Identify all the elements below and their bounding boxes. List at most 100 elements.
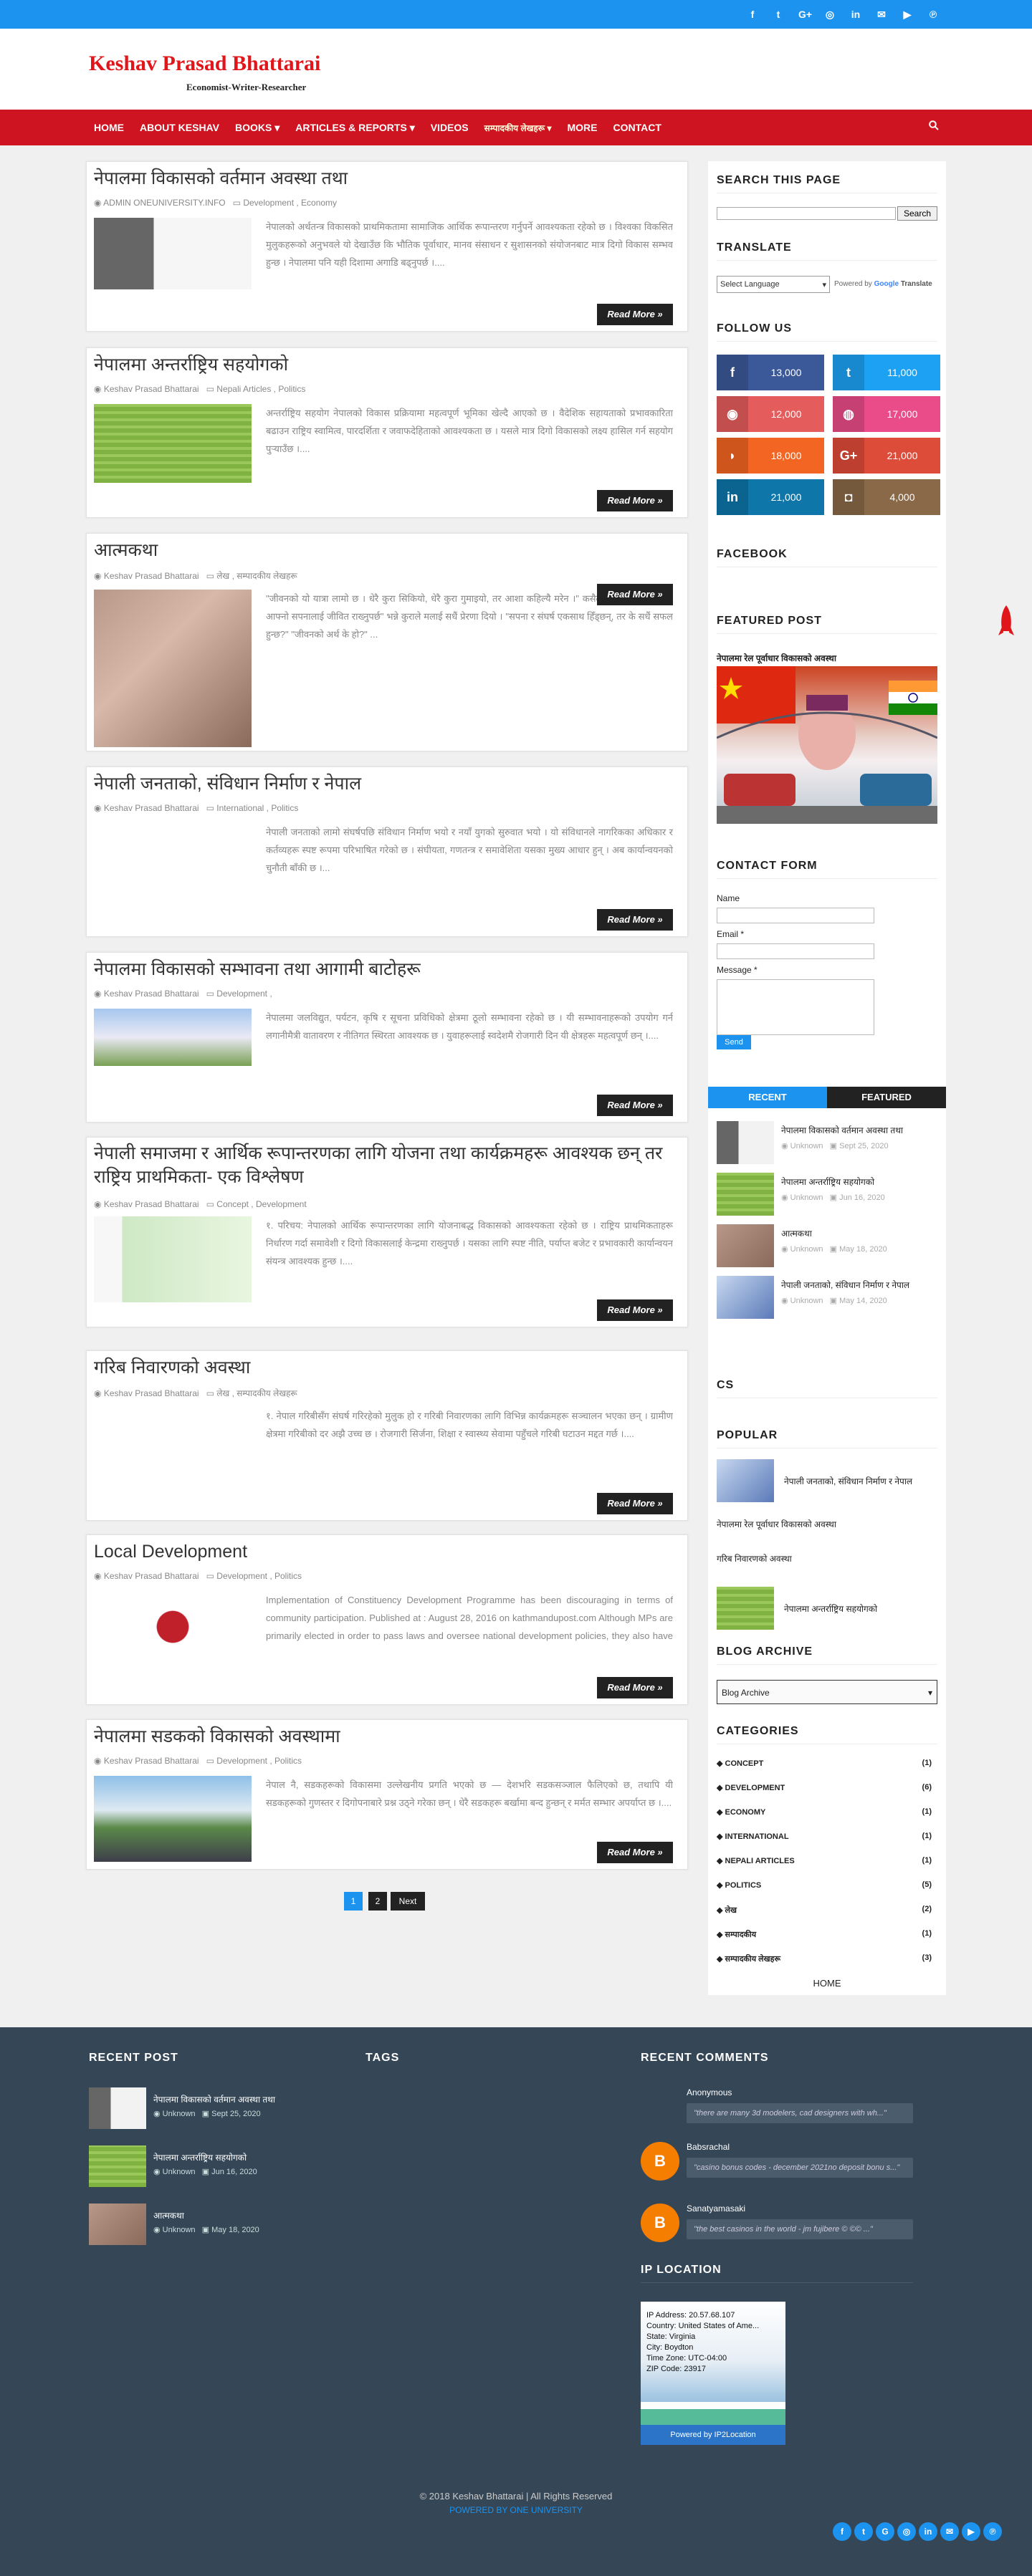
contact-message-field[interactable]	[717, 979, 874, 1035]
nav-articles[interactable]: ARTICLES & REPORTS ▾	[287, 122, 422, 134]
read-more-button[interactable]: Read More »	[597, 490, 673, 511]
recent-post-item[interactable]: नेपाली जनताको, संविधान निर्माण र नेपाल ◉ …	[708, 1276, 930, 1326]
recent-post-title[interactable]: आत्मकथा	[781, 1227, 812, 1239]
read-more-button[interactable]: Read More »	[597, 1842, 673, 1863]
post-thumbnail[interactable]	[94, 1009, 252, 1066]
post-labels[interactable]: Development , Economy	[243, 198, 337, 208]
post-author[interactable]: Keshav Prasad Bhattarai	[104, 571, 199, 581]
popular-post-title[interactable]: गरिब निवारणको अवस्था	[717, 1552, 937, 1565]
post-labels[interactable]: Development , Politics	[216, 1756, 302, 1766]
follow-button[interactable]: G+ 21,000	[833, 438, 940, 474]
follow-button[interactable]: ◍ 17,000	[833, 396, 940, 432]
nav-contact[interactable]: CONTACT	[606, 122, 669, 133]
post-author[interactable]: Keshav Prasad Bhattarai	[104, 989, 199, 999]
popular-post-item[interactable]: गरिब निवारणको अवस्था	[717, 1552, 937, 1568]
post-labels[interactable]: Nepali Articles , Politics	[216, 384, 305, 394]
follow-button[interactable]: ◗ 18,000	[717, 438, 824, 474]
contact-email-field[interactable]	[717, 943, 874, 959]
comment-text[interactable]: "there are many 3d modelers, cad designe…	[687, 2103, 913, 2123]
footer-recent-item[interactable]: नेपालमा विकासको वर्तमान अवस्था तथा ◉ Unkn…	[89, 2087, 340, 2130]
category-name[interactable]: सम्पादकीय लेखहरू	[725, 1955, 780, 1964]
category-item[interactable]: ◆ POLITICS (5)	[717, 1880, 932, 1896]
post-author[interactable]: Keshav Prasad Bhattarai	[104, 803, 199, 813]
post-title[interactable]: नेपालमा सडकको विकासको अवस्थामा	[94, 1724, 680, 1749]
recent-post-item[interactable]: आत्मकथा ◉ Unknown ▣ May 18, 2020	[708, 1224, 930, 1274]
footer-recent-thumb[interactable]	[89, 2203, 146, 2245]
read-more-button[interactable]: Read More »	[597, 584, 673, 605]
category-name[interactable]: DEVELOPMENT	[725, 1784, 785, 1792]
ip2location-badge[interactable]: Powered by IP2Location	[641, 2425, 785, 2445]
footer-recent-item[interactable]: आत्मकथा ◉ Unknown ▣ May 18, 2020	[89, 2203, 340, 2246]
popular-post-item[interactable]: नेपाली जनताको, संविधान निर्माण र नेपाल	[717, 1459, 937, 1502]
sidebar-search-button[interactable]: Search	[897, 206, 937, 221]
recent-post-thumb[interactable]	[717, 1276, 774, 1319]
youtube-icon[interactable]: ▶	[902, 9, 913, 21]
post-labels[interactable]: International , Politics	[216, 803, 298, 813]
footer-recent-title[interactable]: नेपालमा विकासको वर्तमान अवस्था तथा	[153, 2093, 275, 2105]
email-icon[interactable]: ✉	[876, 9, 887, 21]
next-page-button[interactable]: Next	[391, 1892, 425, 1911]
follow-button[interactable]: in 21,000	[717, 479, 824, 515]
nav-home[interactable]: HOME	[86, 122, 132, 133]
post-title[interactable]: गरिब निवारणको अवस्था	[94, 1355, 680, 1380]
read-more-button[interactable]: Read More »	[597, 1299, 673, 1321]
footer-instagram-icon[interactable]: ◎	[897, 2522, 916, 2541]
post-author[interactable]: ADMIN ONEUNIVERSITY.INFO	[103, 198, 225, 208]
category-name[interactable]: NEPALI ARTICLES	[725, 1857, 795, 1865]
comment-author[interactable]: Sanatyamasaki	[687, 2203, 913, 2214]
post-labels[interactable]: Development , Politics	[216, 1571, 302, 1581]
recent-post-title[interactable]: नेपाली जनताको, संविधान निर्माण र नेपाल	[781, 1279, 909, 1291]
post-thumbnail[interactable]	[94, 590, 252, 747]
popular-post-title[interactable]: नेपालमा अन्तर्राष्ट्रिय सहयोगको	[784, 1602, 877, 1615]
read-more-button[interactable]: Read More »	[597, 1095, 673, 1116]
post-thumbnail[interactable]	[94, 218, 252, 289]
post-title[interactable]: नेपाली जनताको, संविधान निर्माण र नेपाल	[94, 772, 680, 797]
nav-videos[interactable]: VIDEOS	[423, 122, 477, 133]
read-more-button[interactable]: Read More »	[597, 1493, 673, 1514]
post-author[interactable]: Keshav Prasad Bhattarai	[104, 1199, 199, 1209]
tab-recent[interactable]: RECENT	[708, 1087, 827, 1108]
post-author[interactable]: Keshav Prasad Bhattarai	[104, 1756, 199, 1766]
footer-youtube-icon[interactable]: ▶	[962, 2522, 980, 2541]
category-item[interactable]: ◆ सम्पादकीय लेखहरू (3)	[717, 1953, 932, 1969]
read-more-button[interactable]: Read More »	[597, 909, 673, 931]
featured-post-image[interactable]	[717, 666, 937, 824]
language-select[interactable]: Select Language ▾	[717, 276, 830, 293]
pinterest-icon[interactable]: ℗	[927, 9, 939, 20]
post-labels[interactable]: लेख , सम्पादकीय लेखहरू	[216, 571, 297, 581]
post-title[interactable]: आत्मकथा	[94, 538, 680, 563]
post-thumbnail[interactable]	[94, 404, 252, 483]
category-name[interactable]: INTERNATIONAL	[725, 1832, 789, 1841]
category-item[interactable]: ◆ लेख (2)	[717, 1905, 932, 1921]
nav-books[interactable]: BOOKS ▾	[227, 122, 287, 134]
instagram-icon[interactable]: ◎	[824, 9, 836, 21]
category-item[interactable]: ◆ DEVELOPMENT (6)	[717, 1783, 932, 1799]
footer-recent-title[interactable]: आत्मकथा	[153, 2209, 184, 2221]
footer-recent-thumb[interactable]	[89, 2087, 146, 2129]
footer-recent-thumb[interactable]	[89, 2145, 146, 2187]
contact-send-button[interactable]: Send	[717, 1035, 751, 1049]
recent-post-item[interactable]: नेपालमा विकासको वर्तमान अवस्था तथा ◉ Unkn…	[708, 1121, 930, 1171]
popular-post-item[interactable]: नेपालमा रेल पूर्वाधार विकासको अवस्था	[717, 1518, 937, 1534]
post-thumbnail[interactable]	[94, 823, 252, 852]
nav-editorials[interactable]: सम्पादकीय लेखहरू ▾	[477, 122, 560, 134]
popular-post-thumb[interactable]	[717, 1459, 774, 1502]
category-item[interactable]: ◆ सम्पादकीय (1)	[717, 1929, 932, 1945]
category-item[interactable]: ◆ CONCEPT (1)	[717, 1759, 932, 1774]
nav-more[interactable]: MORE	[560, 122, 606, 133]
footer-twitter-icon[interactable]: t	[854, 2522, 873, 2541]
post-thumbnail[interactable]	[94, 1591, 252, 1663]
home-link[interactable]: HOME	[708, 1978, 946, 1989]
powered-by-link[interactable]: POWERED BY ONE UNIVERSITY	[0, 2505, 1032, 2515]
post-labels[interactable]: लेख , सम्पादकीय लेखहरू	[216, 1388, 297, 1398]
post-title[interactable]: Local Development	[94, 1539, 680, 1565]
scroll-top-rocket-icon[interactable]	[998, 604, 1015, 640]
post-title[interactable]: नेपाली समाजमा र आर्थिक रूपान्तरणका लागि …	[94, 1142, 680, 1189]
recent-post-thumb[interactable]	[717, 1224, 774, 1267]
contact-name-field[interactable]	[717, 908, 874, 923]
post-thumbnail[interactable]	[94, 1407, 252, 1428]
category-name[interactable]: POLITICS	[725, 1881, 762, 1890]
recent-post-title[interactable]: नेपालमा अन्तर्राष्ट्रिय सहयोगको	[781, 1176, 874, 1188]
category-name[interactable]: CONCEPT	[725, 1759, 764, 1768]
category-name[interactable]: ECONOMY	[725, 1808, 766, 1817]
